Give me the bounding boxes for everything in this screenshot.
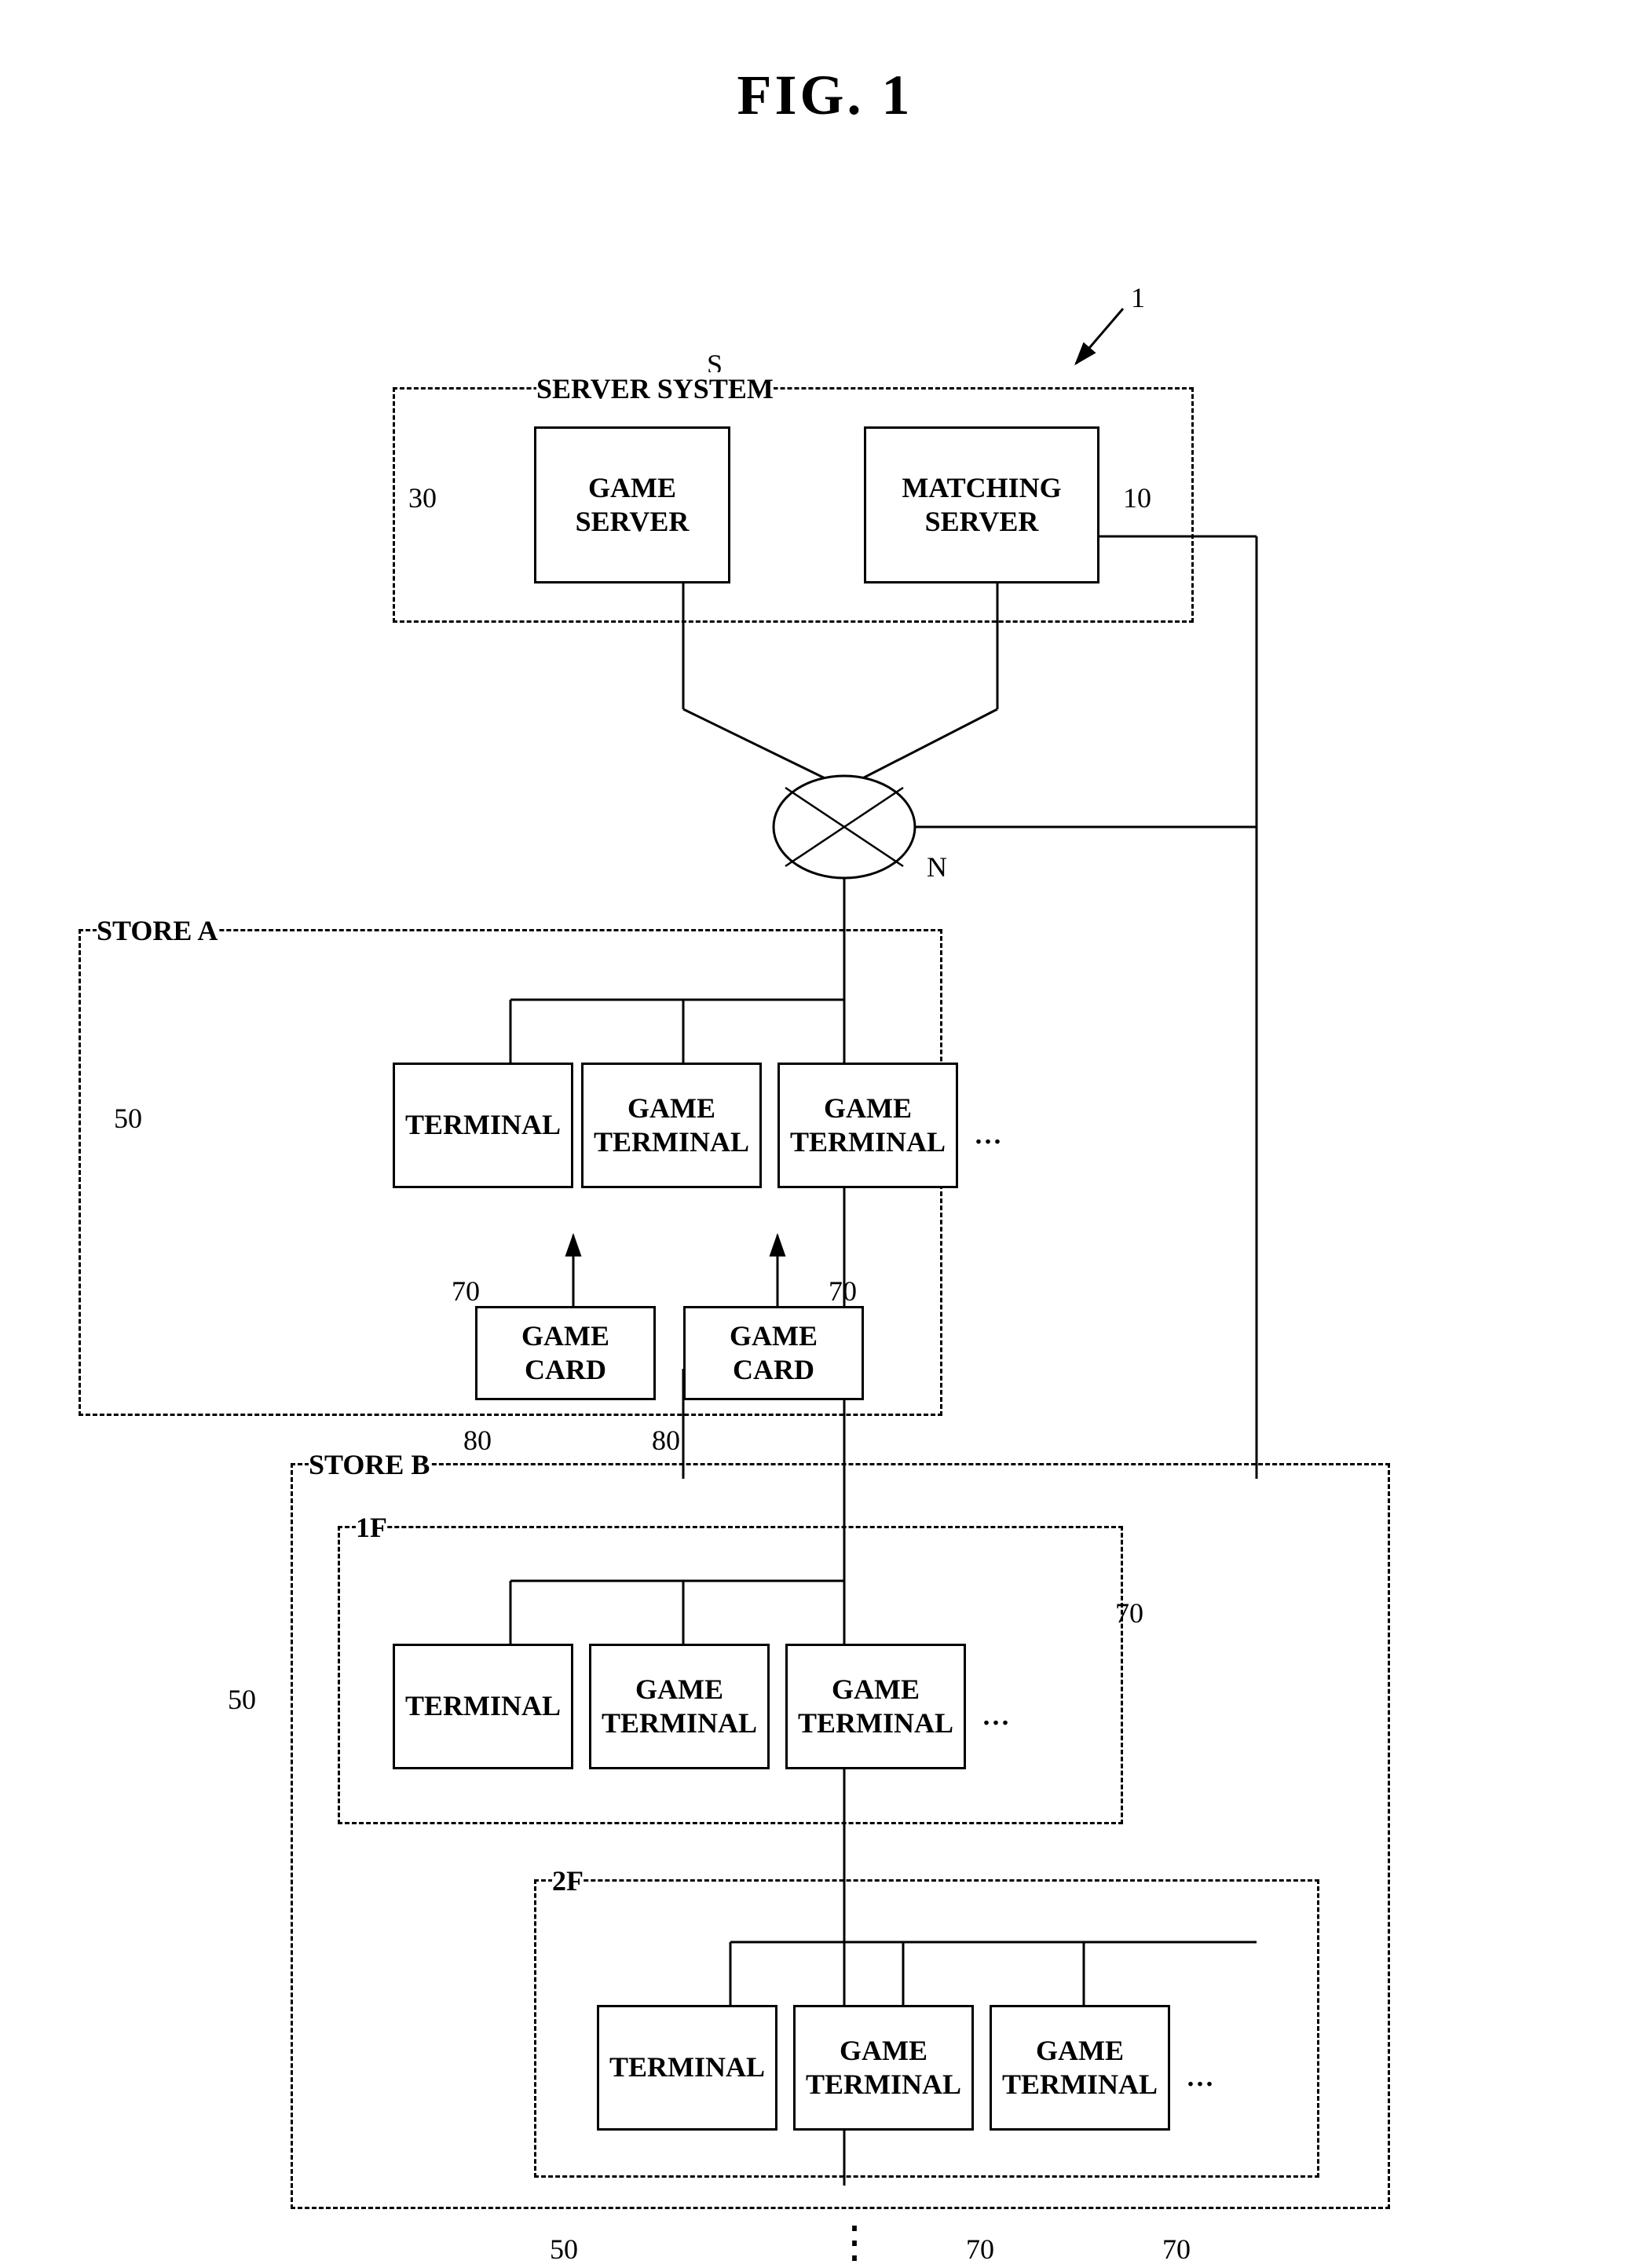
- ref-num-50b1: 50: [228, 1683, 256, 1716]
- game-terminal-b1-1: GAME TERMINAL: [589, 1644, 770, 1769]
- terminal-a: TERMINAL: [393, 1063, 573, 1188]
- ref-num-50a: 50: [114, 1102, 142, 1135]
- game-terminal-a2: GAME TERMINAL: [777, 1063, 958, 1188]
- page-title: FIG. 1: [0, 0, 1650, 128]
- ref-num-80a1: 80: [463, 1424, 492, 1457]
- ellipsis-a-terminals: ...: [974, 1110, 1002, 1153]
- ref-num-70a1: 70: [452, 1275, 480, 1308]
- store-b-label: STORE B: [309, 1448, 430, 1481]
- terminal-b1: TERMINAL: [393, 1644, 573, 1769]
- ref-num-50-bottom: 50: [550, 2233, 578, 2266]
- ref-num-10: 10: [1123, 481, 1151, 514]
- game-server-box: GAME SERVER: [534, 426, 730, 583]
- floor-2f-label: 2F: [552, 1864, 584, 1897]
- floor-1f-label: 1F: [356, 1511, 387, 1544]
- game-card-a2: GAME CARD: [683, 1306, 864, 1400]
- ref-num-70a2: 70: [829, 1275, 857, 1308]
- game-terminal-b1-2: GAME TERMINAL: [785, 1644, 966, 1769]
- ref-num-70b1: 70: [1115, 1597, 1143, 1630]
- game-terminal-b2-1: GAME TERMINAL: [793, 2005, 974, 2131]
- ellipsis-bottom: ⋮: [832, 2217, 876, 2268]
- game-card-a1: GAME CARD: [475, 1306, 656, 1400]
- game-terminal-b2-2: GAME TERMINAL: [990, 2005, 1170, 2131]
- ellipsis-b1-terminals: ...: [982, 1691, 1010, 1734]
- ellipsis-b2-terminals: ...: [1186, 2052, 1214, 2095]
- game-terminal-a1: GAME TERMINAL: [581, 1063, 762, 1188]
- ref-num-70-bottom-left: 70: [966, 2233, 994, 2266]
- server-system-label: SERVER SYSTEM: [536, 372, 774, 405]
- ref-num-30: 30: [408, 481, 437, 514]
- store-a-label: STORE A: [97, 914, 218, 947]
- terminal-b2: TERMINAL: [597, 2005, 777, 2131]
- ref-num-1: 1: [1131, 281, 1145, 314]
- ref-num-70-bottom-right: 70: [1162, 2233, 1191, 2266]
- matching-server-box: MATCHING SERVER: [864, 426, 1099, 583]
- ref-label-n: N: [927, 850, 947, 883]
- ref-num-80a2: 80: [652, 1424, 680, 1457]
